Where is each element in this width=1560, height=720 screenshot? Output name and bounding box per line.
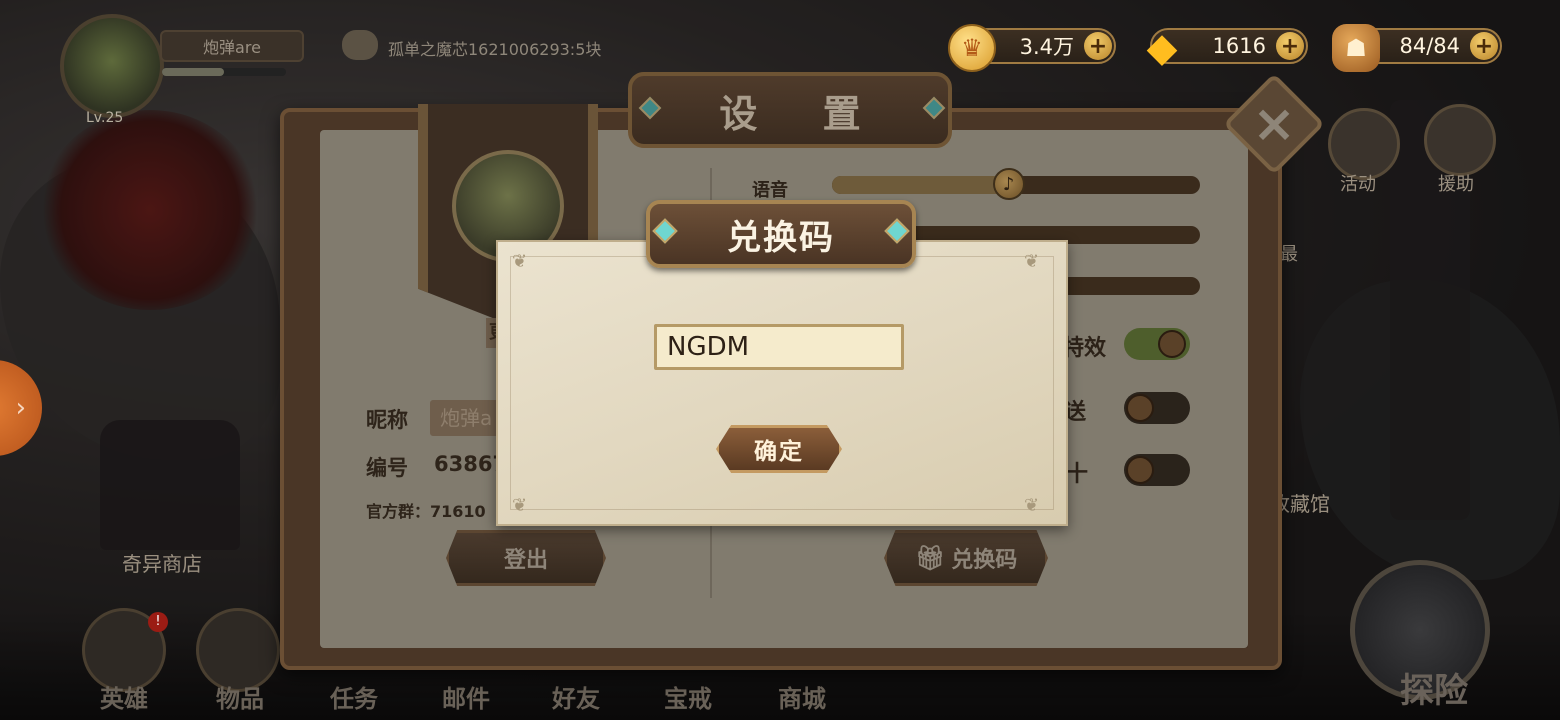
voice-label: 语音	[752, 180, 788, 201]
chat-bubble-icon[interactable]	[342, 30, 378, 60]
redeem-code-button[interactable]: 🎁︎ 兑换码	[884, 530, 1048, 586]
effects-toggle[interactable]	[1124, 328, 1190, 360]
experience-bar	[162, 68, 286, 76]
redeem-title: 兑换码	[727, 217, 835, 258]
third-toggle-label: 十	[1066, 462, 1089, 487]
redeem-code-button-label: 兑换码	[951, 548, 1018, 573]
stamina-resource: ☗ 84/84 +	[1332, 24, 1502, 72]
nickname-label: 昵称	[366, 408, 408, 432]
add-stamina-button[interactable]: +	[1470, 32, 1498, 60]
effects-toggle-label: 特效	[1062, 336, 1107, 361]
chat-ticker[interactable]: 孤单之魔芯1621006293:5块	[388, 36, 601, 60]
voice-slider-fill	[832, 176, 1009, 194]
push-toggle[interactable]	[1124, 392, 1190, 424]
strange-shop-label[interactable]: 奇异商店	[122, 548, 202, 577]
redeem-code-input[interactable]	[654, 324, 904, 370]
settings-title: 设 置	[719, 91, 887, 136]
heroes-alert-badge: !	[148, 612, 168, 632]
nav-items[interactable]: 物品	[216, 679, 264, 714]
third-toggle[interactable]	[1124, 454, 1190, 486]
explore-label: 探险	[1400, 671, 1468, 711]
confirm-button[interactable]: 确定	[716, 425, 842, 473]
corner-ornament-icon: ❦	[1024, 251, 1040, 272]
nav-quests[interactable]: 任务	[330, 679, 378, 714]
nav-mail[interactable]: 邮件	[442, 679, 490, 714]
settings-title-plate: 设 置	[628, 72, 952, 148]
side-partial-label: 最	[1280, 244, 1298, 265]
player-level: Lv.25	[86, 110, 124, 126]
redeem-dialog: ❦ ❦ ❦ ❦	[496, 240, 1068, 526]
id-label: 编号	[366, 456, 408, 480]
logout-button[interactable]: 登出	[446, 530, 606, 586]
activity-label: 活动	[1340, 174, 1376, 195]
player-name: 炮弹are	[160, 30, 304, 62]
nav-shop[interactable]: 商城	[778, 679, 826, 714]
nav-friends[interactable]: 好友	[552, 679, 600, 714]
redeem-title-plate: 兑换码	[646, 200, 916, 268]
add-gold-button[interactable]: +	[1084, 32, 1112, 60]
gold-coin-icon: ♛	[948, 24, 996, 72]
music-note-icon[interactable]: ♪	[992, 168, 1025, 200]
corner-ornament-icon: ❦	[1024, 495, 1040, 516]
player-avatar[interactable]	[60, 14, 164, 118]
sound-slider[interactable]	[1060, 277, 1200, 295]
gift-icon: 🎁︎	[914, 544, 946, 572]
support-icon[interactable]	[1424, 104, 1496, 176]
nav-rings[interactable]: 宝戒	[664, 679, 712, 714]
support-label: 援助	[1438, 174, 1474, 195]
chevron-right-icon: ›	[15, 393, 26, 423]
add-diamond-button[interactable]: +	[1276, 32, 1304, 60]
diamond-icon: ◆	[1146, 25, 1178, 71]
diamond-resource: ◆ 1616 +	[1147, 25, 1308, 71]
gold-resource: ♛ 3.4万 +	[948, 24, 1116, 72]
corner-ornament-icon: ❦	[512, 495, 528, 516]
official-group-text: 官方群：71610	[366, 502, 486, 521]
stamina-bread-icon: ☗	[1332, 24, 1380, 72]
close-icon[interactable]: ×	[1250, 96, 1298, 152]
nav-heroes[interactable]: 英雄	[100, 679, 148, 714]
corner-ornament-icon: ❦	[512, 251, 528, 272]
